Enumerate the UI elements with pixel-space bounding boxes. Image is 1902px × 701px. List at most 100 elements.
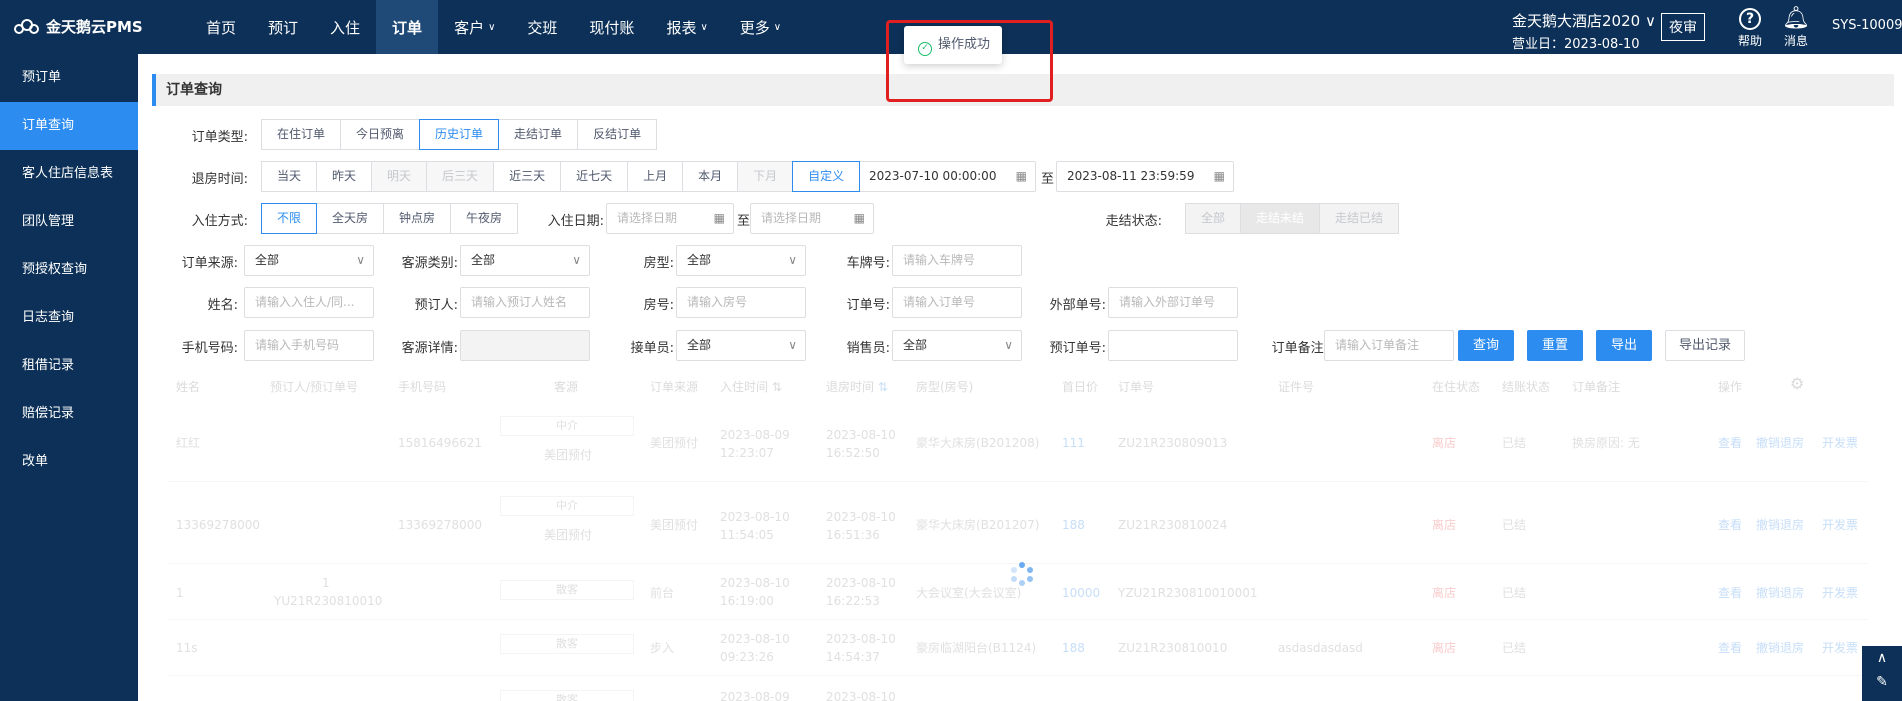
remark-input[interactable]: 请输入订单备注 [1324,330,1454,361]
sidebar-item-preauth[interactable]: 预授权查询 [0,246,138,294]
export-button[interactable]: 导出 [1596,330,1652,361]
checkin-mode-label: 入住方式: [191,214,248,229]
checkout-yesterday[interactable]: 昨天 [316,161,373,192]
export-log-button[interactable]: 导出记录 [1665,330,1745,361]
order-type-history[interactable]: 历史订单 [419,119,500,150]
loading-overlay [138,364,1902,701]
checkout-custom[interactable]: 自定义 [792,161,861,192]
order-no-input[interactable]: 请输入订单号 [892,287,1022,318]
user-menu[interactable]: SYS-10009 ∨ [1832,18,1902,33]
message-button[interactable]: 🔔︎ 消息 [1782,6,1810,49]
logo-text: 金天鹅云PMS [46,18,143,36]
checkout-tomorrow[interactable]: 明天 [371,161,428,192]
settle-settled[interactable]: 走结已结 [1319,203,1400,234]
checkout-time-group: 当天 昨天 明天 后三天 近三天 近七天 上月 本月 下月 自定义 [261,161,861,192]
main-content: 订单查询 订单类型: 在住订单 今日预离 历史订单 走结订单 反结订单 退房时间… [138,54,1902,701]
order-source-select[interactable]: 全部 ∨ [244,245,374,276]
room-type-select[interactable]: 全部 ∨ [676,245,806,276]
nav-customers[interactable]: 客户 ∨ [438,0,511,54]
order-type-walkout[interactable]: 走结订单 [498,119,579,150]
calendar-icon: ▦ [853,211,865,225]
sidebar-item-order-query[interactable]: 订单查询 [0,102,138,150]
receiver-select[interactable]: 全部 ∨ [676,330,806,361]
checkout-last-three[interactable]: 近三天 [493,161,562,192]
checkout-start-input[interactable]: 2023-07-10 00:00:00 ▦ [858,161,1036,192]
room-no-input[interactable]: 请输入房号 [676,287,806,318]
nav-shift[interactable]: 交班 [511,0,573,54]
seller-select[interactable]: 全部 ∨ [892,330,1022,361]
sidebar: 预订单 订单查询 客人住店信息表 团队管理 预授权查询 日志查询 租借记录 赔偿… [0,54,138,701]
chevron-down-icon: ∨ [700,21,708,33]
ext-no-input[interactable]: 请输入外部订单号 [1108,287,1238,318]
guest-type-label: 客源类别: [401,256,458,271]
room-no-label: 房号: [643,298,674,313]
loading-spinner-icon [1010,562,1034,586]
remark-label: 订单备注: [1271,341,1328,356]
help-button[interactable]: ? 帮助 [1738,6,1762,49]
checkin-mode-fullday[interactable]: 全天房 [316,203,385,234]
message-label: 消息 [1783,34,1808,48]
order-type-reverse[interactable]: 反结订单 [577,119,658,150]
order-type-label: 订单类型: [191,130,248,145]
checkin-end-input[interactable]: 请选择日期 ▦ [750,203,874,234]
ext-no-label: 外部单号: [1049,298,1106,313]
checkout-end-input[interactable]: 2023-08-11 23:59:59 ▦ [1056,161,1234,192]
nav-cash-account[interactable]: 现付账 [573,0,650,54]
checkin-mode-any[interactable]: 不限 [261,203,318,234]
nav-more[interactable]: 更多 ∨ [724,0,797,54]
night-audit-button[interactable]: 夜审 [1661,13,1705,41]
calendar-icon: ▦ [1015,169,1027,183]
settle-unsettled[interactable]: 走结未结 [1240,203,1321,234]
checkin-start-input[interactable]: 请选择日期 ▦ [606,203,734,234]
nav-reports[interactable]: 报表 ∨ [650,0,723,54]
order-type-today-departure[interactable]: 今日预离 [340,119,421,150]
tools-button[interactable]: ∧ ✎ [1862,646,1902,701]
booker-input[interactable]: 请输入预订人姓名 [460,287,590,318]
nav-home[interactable]: 首页 [190,0,252,54]
hotel-name: 金天鹅大酒店2020 ∨ [1512,12,1656,30]
app-logo[interactable]: 金天鹅云PMS [14,16,143,37]
calendar-icon: ▦ [713,211,725,225]
range-separator: 至 [1041,172,1055,187]
guest-type-select[interactable]: 全部 ∨ [460,245,590,276]
checkin-mode-midnight[interactable]: 午夜房 [450,203,519,234]
chevron-down-icon: ∨ [773,21,782,33]
guest-detail-input[interactable] [460,330,590,361]
checkin-mode-hourly[interactable]: 钟点房 [383,203,452,234]
sidebar-item-logs[interactable]: 日志查询 [0,294,138,342]
chevron-down-icon: ∨ [788,338,797,352]
main-nav: 首页 预订 入住 订单 客户 ∨ 交班 现付账 报表 ∨ 更多 ∨ [190,0,797,54]
phone-label: 手机号码: [181,341,238,356]
plate-input[interactable]: 请输入车牌号 [892,245,1022,276]
room-type-label: 房型: [643,256,674,271]
range-separator: 至 [737,214,751,229]
sidebar-item-modify-order[interactable]: 改单 [0,438,138,486]
settle-status-group: 全部 走结未结 走结已结 [1185,203,1400,234]
checkout-last-month[interactable]: 上月 [627,161,684,192]
query-button[interactable]: 查询 [1458,330,1514,361]
phone-input[interactable]: 请输入手机号码 [244,330,374,361]
name-input[interactable]: 请输入入住人/同... [244,287,374,318]
reset-button[interactable]: 重置 [1527,330,1583,361]
booking-no-input[interactable] [1108,330,1238,361]
hotel-selector[interactable]: 金天鹅大酒店2020 ∨ 营业日：2023-08-10 [1512,10,1656,52]
sidebar-item-bookings[interactable]: 预订单 [0,54,138,102]
nav-orders[interactable]: 订单 [376,0,439,54]
checkout-this-month[interactable]: 本月 [682,161,739,192]
nav-booking[interactable]: 预订 [252,0,314,54]
checkout-next-three[interactable]: 后三天 [426,161,495,192]
business-date: 营业日：2023-08-10 [1512,37,1640,52]
sidebar-item-guest-info[interactable]: 客人住店信息表 [0,150,138,198]
checkout-today[interactable]: 当天 [261,161,318,192]
checkout-last-seven[interactable]: 近七天 [560,161,629,192]
name-label: 姓名: [207,298,238,313]
sidebar-item-team[interactable]: 团队管理 [0,198,138,246]
nav-checkin[interactable]: 入住 [314,0,376,54]
order-type-in-house[interactable]: 在住订单 [261,119,342,150]
sidebar-item-compensation[interactable]: 赔偿记录 [0,390,138,438]
settle-all[interactable]: 全部 [1185,203,1242,234]
chevron-down-icon: ∨ [356,253,365,267]
sidebar-item-rentals[interactable]: 租借记录 [0,342,138,390]
checkout-next-month[interactable]: 下月 [737,161,794,192]
help-label: 帮助 [1738,34,1763,48]
